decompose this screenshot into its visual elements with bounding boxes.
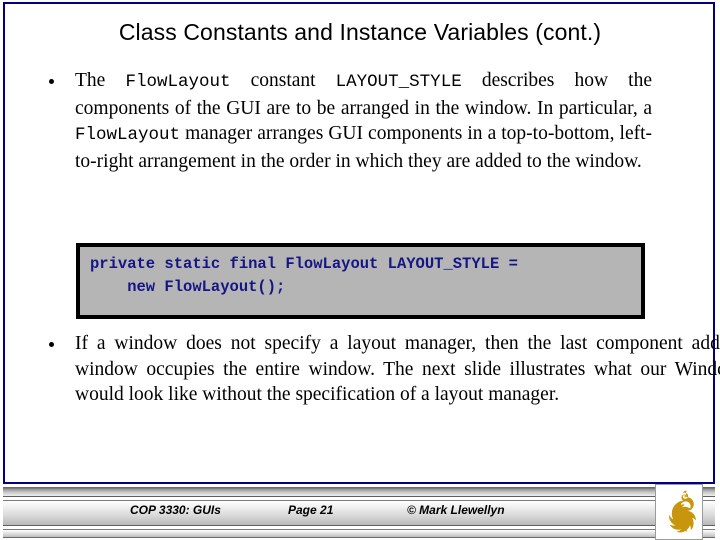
bullet-item-1: The FlowLayout constant LAYOUT_STYLE des…	[0, 68, 720, 174]
slide-body: The FlowLayout constant LAYOUT_STYLE des…	[0, 68, 720, 174]
code-line: new FlowLayout();	[90, 278, 286, 296]
bullet-paragraph-2: If a window does not specify a layout ma…	[75, 333, 720, 405]
bullet-paragraph-1: The FlowLayout constant LAYOUT_STYLE des…	[75, 68, 652, 174]
footer-bar	[3, 500, 715, 526]
page-title: Class Constants and Instance Variables (…	[118, 19, 602, 45]
footer-accent-bar-top	[3, 487, 715, 497]
code-identifier-flowlayout: FlowLayout	[125, 72, 231, 92]
code-line: private static final FlowLayout LAYOUT_S…	[90, 255, 518, 273]
presentation-slide: Class Constants and Instance Variables (…	[0, 0, 720, 540]
bullet-dot-icon	[49, 342, 54, 347]
bullet-item-2: If a window does not specify a layout ma…	[0, 331, 720, 408]
footer-course-label: COP 3330: GUIs	[130, 503, 221, 517]
bullet-dot-icon	[49, 79, 54, 84]
text-segment: constant	[230, 70, 336, 91]
text-segment: The	[75, 70, 126, 91]
footer-copyright: © Mark Llewellyn	[407, 503, 505, 517]
footer-page-number: Page 21	[288, 503, 334, 517]
code-identifier-layout-style: LAYOUT_STYLE	[335, 72, 462, 92]
ucf-pegasus-logo	[655, 484, 703, 540]
footer-accent-bar-bottom	[3, 529, 715, 538]
code-snippet-box: private static final FlowLayout LAYOUT_S…	[76, 243, 645, 319]
code-identifier-flowlayout-2: FlowLayout	[75, 125, 181, 145]
